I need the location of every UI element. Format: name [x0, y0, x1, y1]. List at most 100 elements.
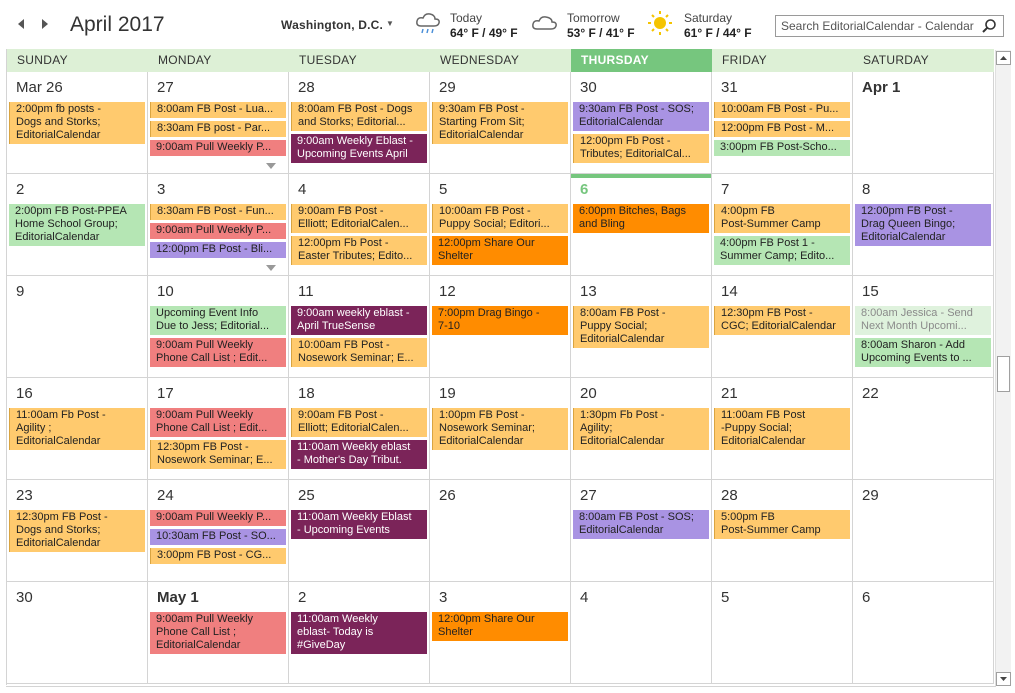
calendar-event[interactable]: 1:00pm FB Post - Nosework Seminar; Edito…	[432, 408, 568, 450]
calendar-event[interactable]: 12:00pm Share Our Shelter	[432, 612, 568, 641]
vertical-scrollbar[interactable]	[995, 50, 1011, 686]
calendar-event[interactable]: 8:00am FB Post - Dogs and Storks; Editor…	[291, 102, 427, 131]
calendar-event[interactable]: 9:30am FB Post - SOS; EditorialCalendar	[573, 102, 709, 131]
day-cell[interactable]: 14 12:30pm FB Post - CGC; EditorialCalend…	[712, 276, 853, 377]
day-number[interactable]: 8	[862, 181, 870, 198]
day-number[interactable]: 6	[862, 589, 870, 606]
day-cell[interactable]: 17 9:00am Pull Weekly Phone Call List ; E…	[148, 378, 289, 479]
day-number[interactable]: May 1	[157, 589, 199, 606]
day-number[interactable]: 19	[439, 385, 456, 402]
calendar-event[interactable]: 6:00pm Bitches, Bags and Bling	[573, 204, 709, 233]
day-number[interactable]: 17	[157, 385, 174, 402]
day-cell[interactable]: 7 4:00pm FB Post-Summer Camp 4:00pm FB Pos…	[712, 174, 853, 275]
day-cell[interactable]: 26	[430, 480, 571, 581]
calendar-event[interactable]: 7:00pm Drag Bingo - 7-10	[432, 306, 568, 335]
day-number[interactable]: 16	[16, 385, 33, 402]
next-month-arrow-icon[interactable]	[38, 14, 52, 34]
day-cell[interactable]: 19 1:00pm FB Post - Nosework Seminar; Edi…	[430, 378, 571, 479]
day-cell[interactable]: 6	[853, 582, 994, 683]
day-number[interactable]: 29	[439, 79, 456, 96]
day-cell[interactable]: 18 9:00am FB Post - Elliott; EditorialCal…	[289, 378, 430, 479]
day-number[interactable]: Apr 1	[862, 79, 900, 96]
search-icon[interactable]	[981, 18, 997, 34]
day-number[interactable]: 6	[580, 181, 588, 198]
day-cell[interactable]: 12 7:00pm Drag Bingo - 7-10	[430, 276, 571, 377]
calendar-event[interactable]: 8:30am FB Post - Fun...	[150, 204, 286, 220]
day-cell[interactable]: 21 11:00am FB Post -Puppy Social; Editori…	[712, 378, 853, 479]
calendar-event[interactable]: 4:00pm FB Post-Summer Camp	[714, 204, 850, 233]
calendar-event[interactable]: 12:30pm FB Post - CGC; EditorialCalendar	[714, 306, 850, 335]
day-cell[interactable]: 22	[853, 378, 994, 479]
calendar-event[interactable]: 12:00pm FB Post - Drag Queen Bingo; Edit…	[855, 204, 991, 246]
day-number[interactable]: 24	[157, 487, 174, 504]
calendar-event[interactable]: 9:00am Pull Weekly P...	[150, 510, 286, 526]
day-number[interactable]: 4	[580, 589, 588, 606]
day-number[interactable]: 21	[721, 385, 738, 402]
day-cell[interactable]: 2 2:00pm FB Post-PPEA Home School Group; …	[7, 174, 148, 275]
calendar-event[interactable]: 10:00am FB Post - Puppy Social; Editori.…	[432, 204, 568, 233]
day-cell[interactable]: 4	[571, 582, 712, 683]
day-number[interactable]: 7	[721, 181, 729, 198]
day-cell[interactable]: 4 9:00am FB Post - Elliott; EditorialCale…	[289, 174, 430, 275]
day-number[interactable]: 25	[298, 487, 315, 504]
day-cell[interactable]: 5 10:00am FB Post - Puppy Social; Editori…	[430, 174, 571, 275]
calendar-event[interactable]: 8:00am FB Post - Puppy Social; Editorial…	[573, 306, 709, 348]
day-cell[interactable]: 25 11:00am Weekly Eblast - Upcoming Event…	[289, 480, 430, 581]
day-cell[interactable]: 10 Upcoming Event Info Due to Jess; Edito…	[148, 276, 289, 377]
calendar-event[interactable]: 3:00pm FB Post - CG...	[150, 548, 286, 564]
calendar-event[interactable]: 10:30am FB Post - SO...	[150, 529, 286, 545]
day-number[interactable]: 30	[580, 79, 597, 96]
calendar-event[interactable]: 9:00am Pull Weekly Phone Call List ; Edi…	[150, 612, 286, 654]
day-cell[interactable]: 15 8:00am Jessica - Send Next Month Upcom…	[853, 276, 994, 377]
location-selector[interactable]: Washington, D.C.	[281, 18, 383, 32]
calendar-event[interactable]: 12:00pm Share Our Shelter	[432, 236, 568, 265]
day-cell[interactable]: 30	[7, 582, 148, 683]
calendar-event[interactable]: 9:00am weekly eblast - April TrueSense	[291, 306, 427, 335]
day-cell[interactable]: May 1 9:00am Pull Weekly Phone Call List …	[148, 582, 289, 683]
search-box[interactable]	[775, 15, 1004, 37]
calendar-event[interactable]: 8:00am FB Post - SOS; EditorialCalendar	[573, 510, 709, 539]
day-number[interactable]: 5	[439, 181, 447, 198]
day-number[interactable]: 10	[157, 283, 174, 300]
day-cell[interactable]: 27 8:00am FB Post - SOS; EditorialCalenda…	[571, 480, 712, 581]
calendar-event[interactable]: 9:00am Pull Weekly Phone Call List ; Edi…	[150, 338, 286, 367]
scroll-thumb[interactable]	[997, 356, 1010, 392]
scroll-down-button[interactable]	[996, 672, 1011, 686]
day-number[interactable]: 12	[439, 283, 456, 300]
day-number[interactable]: 3	[439, 589, 447, 606]
day-number[interactable]: 18	[298, 385, 315, 402]
day-cell[interactable]: 31 10:00am FB Post - Pu... 12:00pm FB Post…	[712, 72, 853, 173]
calendar-event[interactable]: 9:00am Pull Weekly P...	[150, 223, 286, 239]
calendar-event[interactable]: 12:00pm FB Post - Bli...	[150, 242, 286, 258]
day-cell[interactable]: Mar 26 2:00pm fb posts - Dogs and Storks;…	[7, 72, 148, 173]
day-cell[interactable]: 6 6:00pm Bitches, Bags and Bling	[571, 174, 712, 275]
calendar-event[interactable]: 10:00am FB Post - Nosework Seminar; E...	[291, 338, 427, 367]
calendar-event[interactable]: 8:00am FB Post - Lua...	[150, 102, 286, 118]
calendar-event[interactable]: 12:30pm FB Post - Nosework Seminar; E...	[150, 440, 286, 469]
day-cell[interactable]: 13 8:00am FB Post - Puppy Social; Editori…	[571, 276, 712, 377]
day-number[interactable]: 30	[16, 589, 33, 606]
day-cell[interactable]: 5	[712, 582, 853, 683]
calendar-event[interactable]: 9:00am FB Post - Elliott; EditorialCalen…	[291, 204, 427, 233]
search-input[interactable]	[781, 18, 977, 34]
calendar-event[interactable]: 8:30am FB post - Par...	[150, 121, 286, 137]
day-cell[interactable]: 24 9:00am Pull Weekly P... 10:30am FB Post…	[148, 480, 289, 581]
calendar-event[interactable]: 11:00am Weekly Eblast - Upcoming Events	[291, 510, 427, 539]
day-number[interactable]: 28	[721, 487, 738, 504]
calendar-event[interactable]: 11:00am Weekly eblast - Mother's Day Tri…	[291, 440, 427, 469]
day-number[interactable]: 23	[16, 487, 33, 504]
day-number[interactable]: 22	[862, 385, 879, 402]
day-cell[interactable]: 3 12:00pm Share Our Shelter	[430, 582, 571, 683]
calendar-event[interactable]: 3:00pm FB Post-Scho...	[714, 140, 850, 156]
day-cell[interactable]: 3 8:30am FB Post - Fun... 9:00am Pull Week…	[148, 174, 289, 275]
calendar-event[interactable]: 12:00pm FB Post - M...	[714, 121, 850, 137]
calendar-event[interactable]: Upcoming Event Info Due to Jess; Editori…	[150, 306, 286, 335]
calendar-event[interactable]: 9:00am Pull Weekly P...	[150, 140, 286, 156]
calendar-event[interactable]: 11:00am FB Post -Puppy Social; Editorial…	[714, 408, 850, 450]
day-number[interactable]: 4	[298, 181, 306, 198]
calendar-event[interactable]: 9:30am FB Post - Starting From Sit; Edit…	[432, 102, 568, 144]
day-cell[interactable]: 20 1:30pm Fb Post - Agility; EditorialCal…	[571, 378, 712, 479]
day-number[interactable]: 9	[16, 283, 24, 300]
calendar-event[interactable]: 9:00am Weekly Eblast - Upcoming Events A…	[291, 134, 427, 163]
day-number[interactable]: 28	[298, 79, 315, 96]
